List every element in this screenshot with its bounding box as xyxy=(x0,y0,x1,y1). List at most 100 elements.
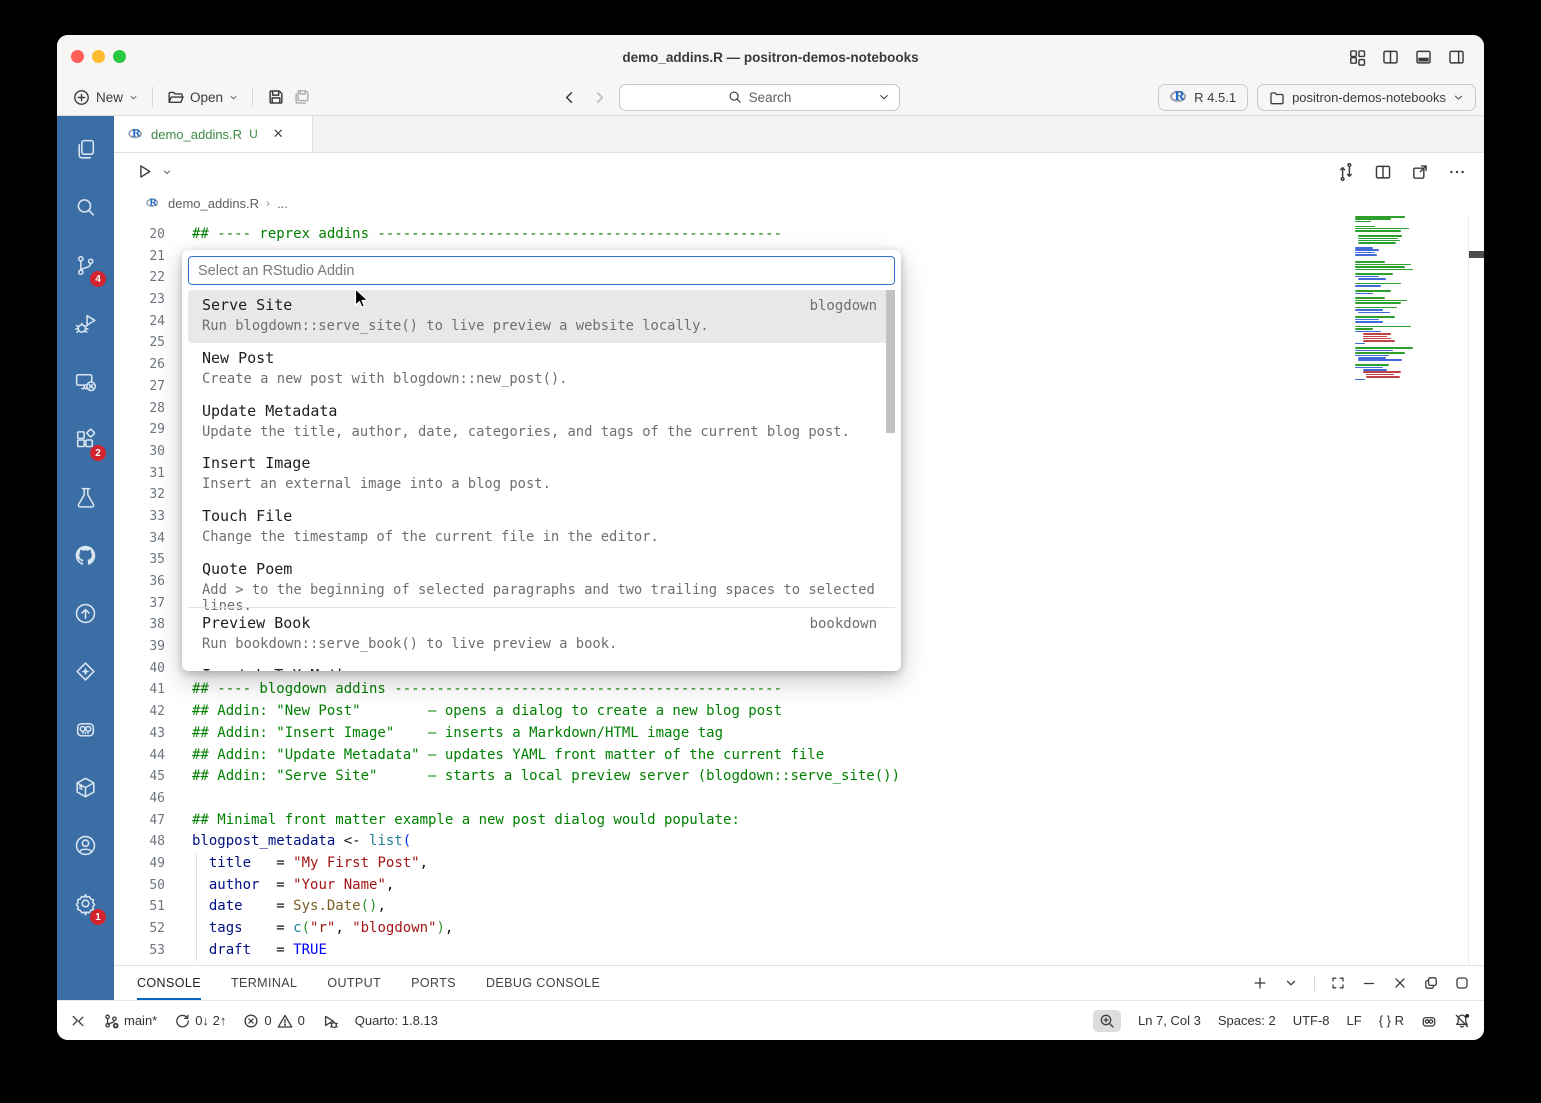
status-item-sync[interactable]: 0↓ 2↑ xyxy=(174,1013,226,1029)
status-item-bell-slash[interactable] xyxy=(1454,1013,1470,1029)
panel-tab-terminal[interactable]: TERMINAL xyxy=(231,966,297,1000)
save-all-icon xyxy=(293,88,311,106)
status-item[interactable]: LF xyxy=(1347,1013,1362,1028)
workspace-selector[interactable]: positron-demos-notebooks xyxy=(1257,84,1476,111)
status-item-remote-indicator[interactable] xyxy=(70,1013,86,1029)
save-all-button[interactable] xyxy=(289,88,315,106)
addin-label: Preview Book xyxy=(202,614,877,632)
sidebar-item-github[interactable] xyxy=(57,526,114,584)
line-number: 40 xyxy=(114,658,165,680)
run-file-button[interactable] xyxy=(136,163,153,180)
addin-option[interactable]: Preview BookbookdownRun bookdown::serve_… xyxy=(188,607,895,660)
status-item-git-branch[interactable]: main* xyxy=(103,1013,157,1029)
sidebar-right-icon[interactable] xyxy=(1447,48,1466,66)
global-search-input[interactable]: Search xyxy=(619,84,900,111)
split-editor-icon[interactable] xyxy=(1381,48,1400,66)
panel-tab-ports[interactable]: PORTS xyxy=(411,966,456,1000)
code-line[interactable]: 43## Addin: "Insert Image" — inserts a M… xyxy=(114,723,1484,745)
sidebar-item-search[interactable] xyxy=(57,178,114,236)
sidebar-item-assistant-robot[interactable] xyxy=(57,700,114,758)
new-button[interactable]: New xyxy=(69,89,142,106)
sidebar-item-sessions[interactable] xyxy=(57,352,114,410)
addin-option[interactable]: Quote PoemAdd > to the beginning of sele… xyxy=(188,554,895,607)
minimize-icon[interactable] xyxy=(1361,975,1377,991)
frame-icon[interactable] xyxy=(1454,975,1470,991)
line-number: 25 xyxy=(114,332,165,354)
add-icon[interactable] xyxy=(1252,975,1268,991)
code-line[interactable]: 52 tags = c("r", "blogdown"), xyxy=(114,918,1484,940)
addin-option[interactable]: Serve SiteblogdownRun blogdown::serve_si… xyxy=(188,290,895,343)
chevron-down-icon[interactable] xyxy=(1283,975,1299,991)
code-line[interactable]: 50 author = "Your Name", xyxy=(114,875,1484,897)
more-actions-icon[interactable] xyxy=(1448,163,1466,181)
code-line[interactable]: 46 xyxy=(114,788,1484,810)
split-editor-icon[interactable] xyxy=(1374,163,1392,181)
breadcrumb-symbol-ellipsis[interactable]: ... xyxy=(277,196,288,211)
layout-customize-icon[interactable] xyxy=(1348,48,1367,66)
status-item[interactable]: Quarto: 1.8.13 xyxy=(355,1013,438,1028)
code-line[interactable]: 44## Addin: "Update Metadata" — updates … xyxy=(114,745,1484,767)
code-line[interactable]: 48blogpost_metadata <- list( xyxy=(114,831,1484,853)
addin-option[interactable]: New PostCreate a new post with blogdown:… xyxy=(188,343,895,396)
sidebar-item-explorer[interactable] xyxy=(57,120,114,178)
code-line[interactable]: 51 date = Sys.Date(), xyxy=(114,896,1484,918)
code-line[interactable]: 47## Minimal front matter example a new … xyxy=(114,810,1484,832)
code-editor[interactable]: 20## ---- reprex addins ----------------… xyxy=(114,216,1484,965)
navigate-back-button[interactable] xyxy=(559,87,579,107)
status-item[interactable]: Spaces: 2 xyxy=(1218,1013,1276,1028)
status-item-error[interactable]: 00 xyxy=(243,1013,304,1029)
sidebar-item-package[interactable] xyxy=(57,758,114,816)
search-icon xyxy=(728,90,742,104)
interpreter-selector[interactable]: R R 4.5.1 xyxy=(1158,84,1248,111)
code-line[interactable]: 45## Addin: "Serve Site" — starts a loca… xyxy=(114,766,1484,788)
open-external-icon[interactable] xyxy=(1411,163,1429,181)
screen-full-icon[interactable] xyxy=(1330,975,1346,991)
code-line[interactable]: 42## Addin: "New Post" — opens a dialog … xyxy=(114,701,1484,723)
addin-option[interactable]: Update MetadataUpdate the title, author,… xyxy=(188,396,895,449)
code-line[interactable]: 53 draft = TRUE xyxy=(114,940,1484,962)
line-number: 53 xyxy=(114,940,165,962)
panel-bottom-icon[interactable] xyxy=(1414,48,1433,66)
addin-option[interactable]: Input LaTeX Math xyxy=(188,660,895,671)
sidebar-item-extensions[interactable]: 2 xyxy=(57,410,114,468)
save-button[interactable] xyxy=(263,88,289,106)
sidebar-item-account[interactable] xyxy=(57,816,114,874)
status-item-debug[interactable] xyxy=(322,1013,338,1029)
line-number: 48 xyxy=(114,831,165,853)
addin-option[interactable]: Touch FileChange the timestamp of the cu… xyxy=(188,501,895,554)
breadcrumb-filename[interactable]: demo_addins.R xyxy=(168,196,259,211)
open-button[interactable]: Open xyxy=(163,89,242,106)
panel-tab-console[interactable]: CONSOLE xyxy=(137,966,201,1000)
package-icon xyxy=(73,775,98,800)
close-tab-icon[interactable]: ✕ xyxy=(273,126,284,142)
sidebar-item-testing[interactable] xyxy=(57,468,114,526)
navigate-forward-button[interactable] xyxy=(589,87,609,107)
run-options-chevron-icon[interactable] xyxy=(162,167,172,177)
status-item[interactable]: UTF-8 xyxy=(1293,1013,1330,1028)
compare-changes-icon[interactable] xyxy=(1337,163,1355,181)
code-line[interactable]: 20## ---- reprex addins ----------------… xyxy=(114,224,1484,246)
addin-option[interactable]: Insert ImageInsert an external image int… xyxy=(188,448,895,501)
sidebar-item-publish[interactable] xyxy=(57,584,114,642)
sidebar-item-source-control[interactable]: 4 xyxy=(57,236,114,294)
sidebar-item-settings[interactable]: 1 xyxy=(57,874,114,932)
code-line[interactable]: 41## ---- blogdown addins --------------… xyxy=(114,679,1484,701)
status-item[interactable]: { } R xyxy=(1379,1013,1404,1028)
status-item[interactable]: Ln 7, Col 3 xyxy=(1138,1013,1201,1028)
panel-tab-output[interactable]: OUTPUT xyxy=(327,966,381,1000)
breadcrumb[interactable]: R demo_addins.R › ... xyxy=(114,190,1484,216)
status-item-copilot[interactable] xyxy=(1421,1013,1437,1029)
tab-demo-addins[interactable]: R demo_addins.R U ✕ xyxy=(114,116,313,152)
addin-filter-input[interactable] xyxy=(188,256,895,285)
panel-tab-debug-console[interactable]: DEBUG CONSOLE xyxy=(486,966,600,1000)
sidebar-item-run-debug[interactable] xyxy=(57,294,114,352)
sidebar-item-ai-sparkle[interactable] xyxy=(57,642,114,700)
status-item-zoom-in[interactable] xyxy=(1093,1010,1121,1032)
addin-label: New Post xyxy=(202,349,877,367)
overview-ruler[interactable] xyxy=(1468,216,1484,965)
code-line[interactable]: 49 title = "My First Post", xyxy=(114,853,1484,875)
restore-icon[interactable] xyxy=(1423,975,1439,991)
close-icon[interactable] xyxy=(1392,975,1408,991)
quickpick-scrollbar[interactable] xyxy=(886,290,895,433)
minimap[interactable] xyxy=(1355,216,1441,381)
